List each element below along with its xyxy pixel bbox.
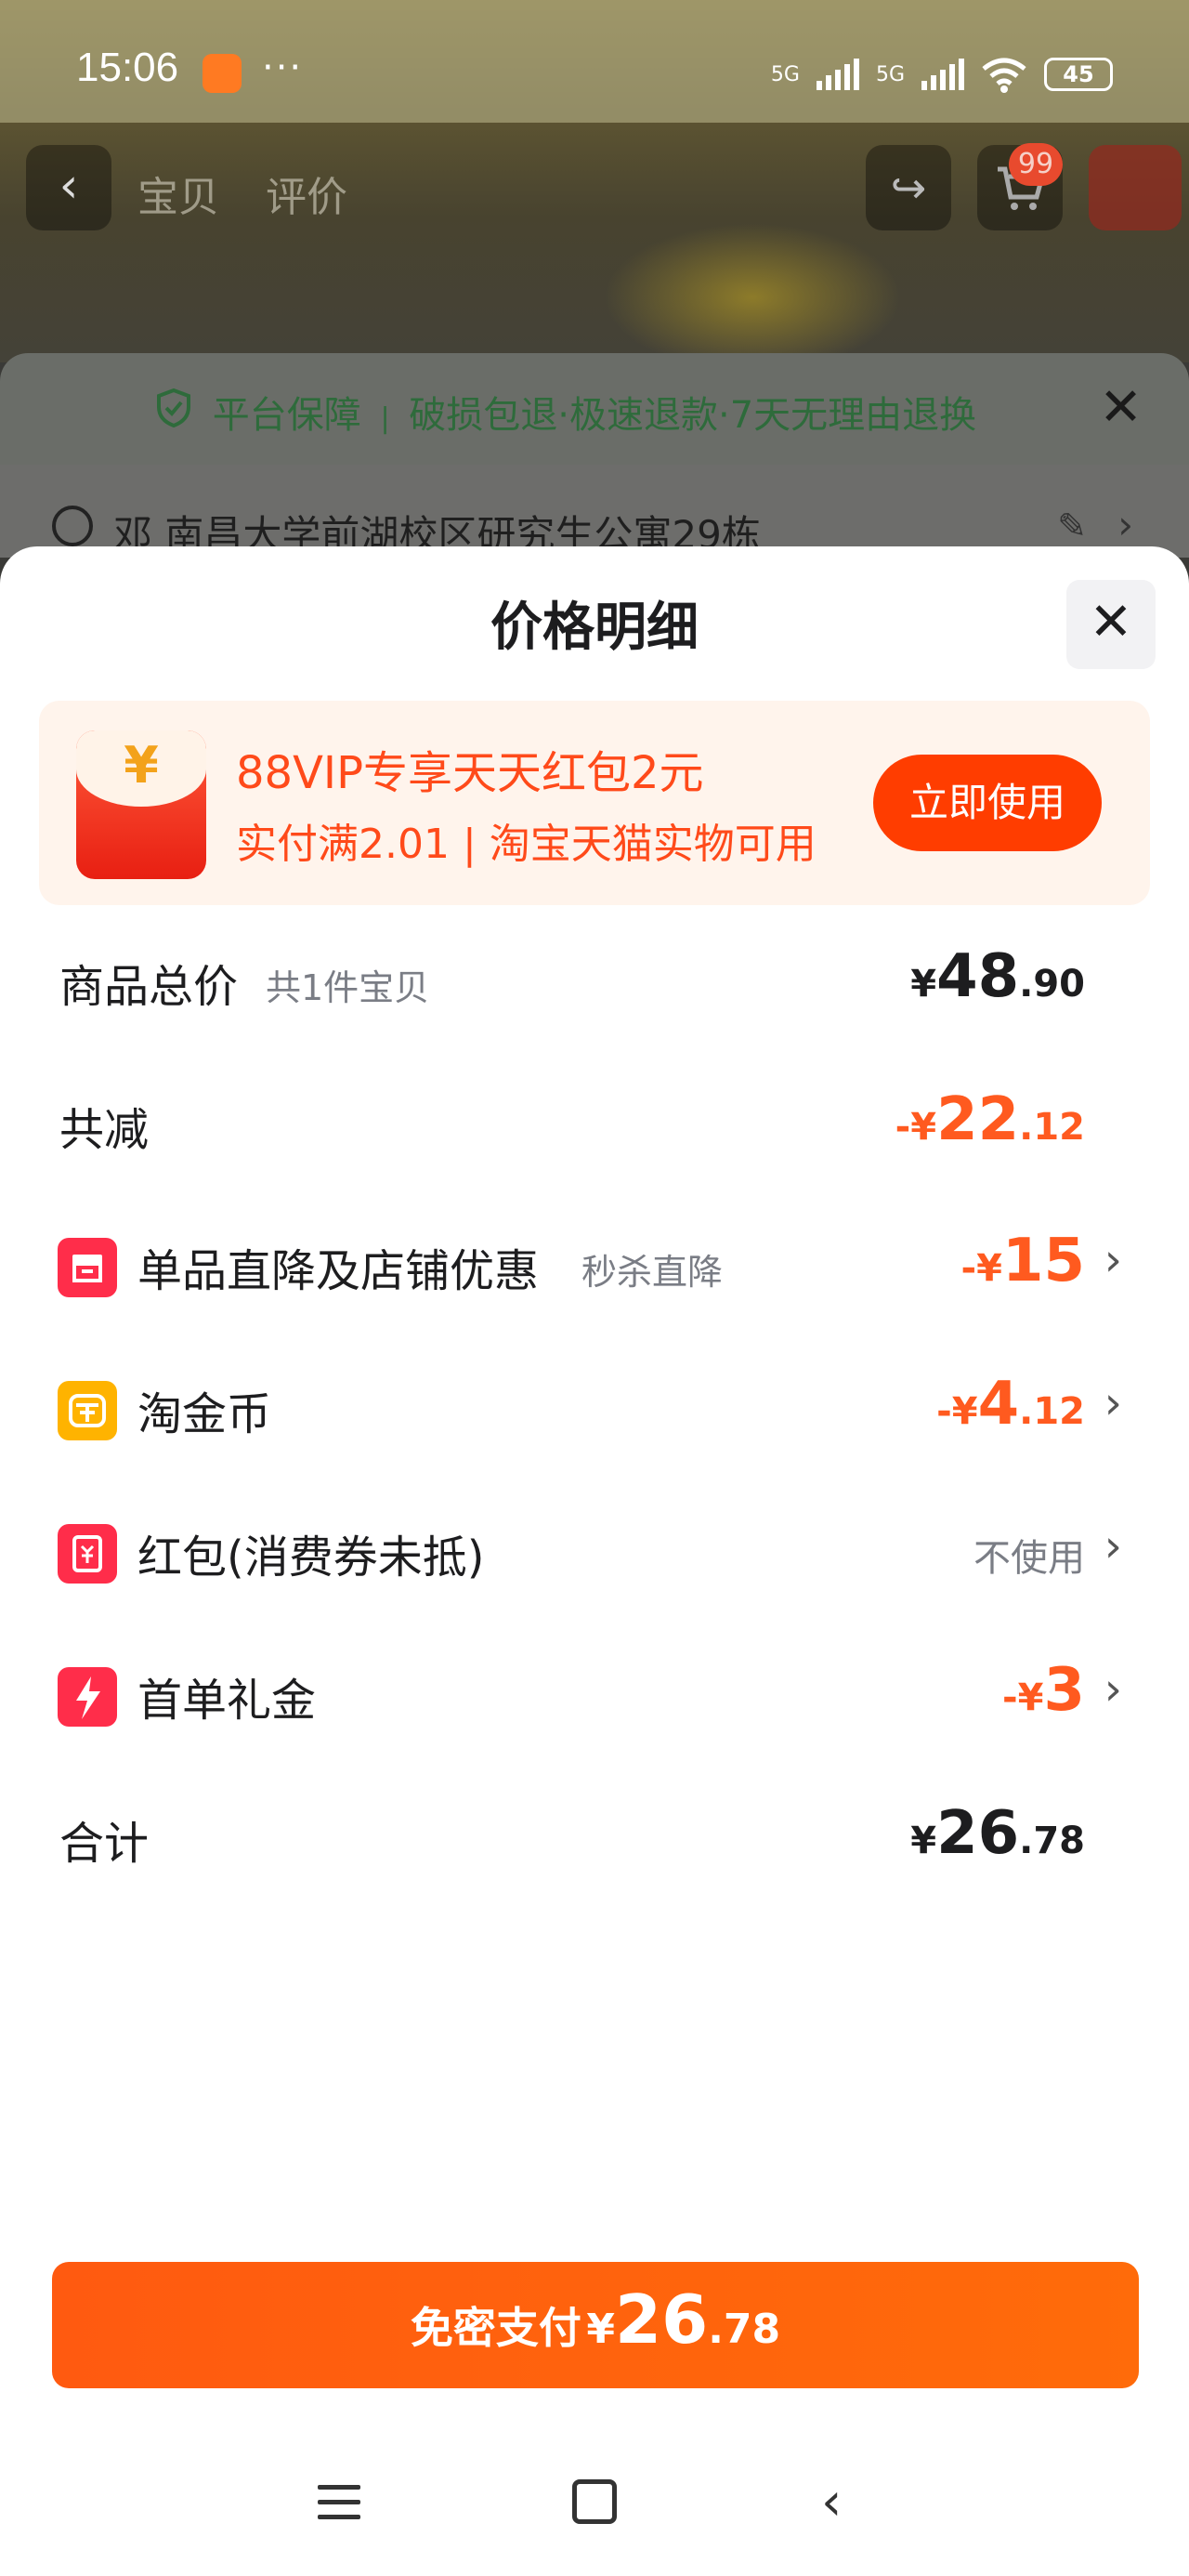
pay-button-content: 免密支付 ¥26.78 [410, 2280, 781, 2359]
menu-icon[interactable] [318, 2485, 360, 2530]
platform-guarantee-bar: 平台保障 | 破损包退·极速退款·7天无理由退换 ✕ [0, 353, 1189, 465]
cart-badge: 99 [1009, 143, 1063, 186]
chevron-right-icon: › [1104, 1377, 1122, 1429]
product-nav-bar: ‹ 宝贝 评价 ↪ 99 [0, 139, 1189, 242]
row-sum: 合计 ¥26.78 [0, 1786, 1189, 1879]
row-value: -¥3 [1002, 1656, 1085, 1725]
row-redpacket[interactable]: 红包(消费券未抵) 不使用 › [0, 1500, 1189, 1593]
product-tabs: 宝贝 评价 [137, 164, 381, 223]
guarantee-items: 破损包退·极速退款·7天无理由退换 [409, 394, 977, 437]
row-value: 不使用 [973, 1537, 1085, 1580]
use-now-button[interactable]: 立即使用 [873, 755, 1102, 851]
coin-icon [58, 1381, 117, 1440]
system-nav-bar: ‹ [0, 2442, 1189, 2554]
chevron-right-icon: › [1104, 1234, 1122, 1286]
row-sublabel: 秒杀直降 [581, 1252, 724, 1293]
taobao-notification-icon [203, 54, 242, 93]
shield-icon [156, 388, 201, 437]
wifi-icon [982, 58, 1026, 93]
row-label: 商品总价 [59, 961, 239, 1013]
back-button[interactable]: ‹ [26, 145, 111, 230]
row-goods-total: 商品总价 共1件宝贝 ¥48.90 [0, 929, 1189, 1022]
promo-title: 88VIP专享天天红包2元 [236, 747, 704, 799]
battery-icon: 45 [1044, 58, 1113, 91]
password-free-pay-button[interactable]: 免密支付 ¥26.78 [52, 2262, 1139, 2388]
row-value: -¥4.12 [936, 1370, 1085, 1439]
signal-icon [816, 59, 859, 90]
row-value: -¥22.12 [895, 1085, 1085, 1154]
chevron-right-icon: › [1104, 1663, 1122, 1715]
chevron-right-icon: › [1104, 1520, 1122, 1572]
home-icon[interactable] [572, 2479, 617, 2524]
shop-icon [58, 1238, 117, 1297]
guarantee-text: 平台保障 | 破损包退·极速退款·7天无理由退换 [156, 385, 976, 439]
row-value: -¥15 [960, 1227, 1086, 1295]
lightning-icon [58, 1667, 117, 1727]
more-notifications-icon: ··· [262, 46, 304, 89]
row-value: ¥26.78 [910, 1799, 1085, 1868]
chevron-right-icon: › [1117, 502, 1133, 547]
row-value: ¥48.90 [910, 942, 1085, 1011]
network-type-2: 5G [875, 62, 905, 86]
edit-icon[interactable]: ✎ [1057, 506, 1087, 546]
row-label: 单品直降及店铺优惠 [137, 1245, 540, 1297]
row-sublabel: 共1件宝贝 [266, 967, 430, 1008]
guarantee-label: 平台保障 [212, 394, 361, 437]
back-icon[interactable]: ‹ [821, 2472, 842, 2532]
close-icon[interactable]: ✕ [1099, 377, 1143, 438]
row-shop-discount[interactable]: 单品直降及店铺优惠 秒杀直降 -¥15 › [0, 1214, 1189, 1307]
chat-icon[interactable] [1089, 145, 1182, 230]
status-bar: 15:06 ··· 5G 5G 45 [0, 0, 1189, 123]
row-first-order-gift[interactable]: 首单礼金 -¥3 › [0, 1643, 1189, 1736]
guarantee-separator: | [380, 402, 390, 435]
yuan-symbol: ¥ [76, 730, 206, 807]
network-type-1: 5G [770, 62, 800, 86]
status-time: 15:06 [76, 45, 179, 90]
tab-item[interactable]: 宝贝 [137, 174, 219, 221]
row-label: 合计 [59, 1818, 150, 1870]
status-indicators: 5G 5G 45 [771, 54, 1113, 95]
row-taojinbi[interactable]: 淘金币 -¥4.12 › [0, 1357, 1189, 1450]
row-label: 淘金币 [137, 1388, 272, 1440]
row-label: 共减 [59, 1104, 150, 1156]
address-bar[interactable]: 邓 南昌大学前湖校区研究生公寓29栋 ✎ › [0, 465, 1189, 558]
row-label: 首单礼金 [137, 1675, 317, 1727]
signal-icon-2 [921, 59, 964, 90]
red-envelope-icon: ¥ [76, 730, 206, 879]
redpacket-icon [58, 1524, 117, 1584]
row-total-reduction: 共减 -¥22.12 [0, 1072, 1189, 1165]
tab-reviews[interactable]: 评价 [266, 174, 347, 221]
close-button[interactable]: ✕ [1066, 580, 1156, 669]
promo-subtitle: 实付满2.01 | 淘宝天猫实物可用 [236, 821, 817, 868]
row-label: 红包(消费券未抵) [137, 1531, 485, 1584]
vip-redpacket-banner: ¥ 88VIP专享天天红包2元 实付满2.01 | 淘宝天猫实物可用 立即使用 [39, 701, 1150, 905]
sheet-title: 价格明细 [490, 598, 699, 658]
share-button[interactable]: ↪ [866, 145, 951, 230]
price-detail-sheet: 价格明细 ✕ ¥ 88VIP专享天天红包2元 实付满2.01 | 淘宝天猫实物可… [0, 546, 1189, 2576]
location-pin-icon [52, 506, 93, 546]
